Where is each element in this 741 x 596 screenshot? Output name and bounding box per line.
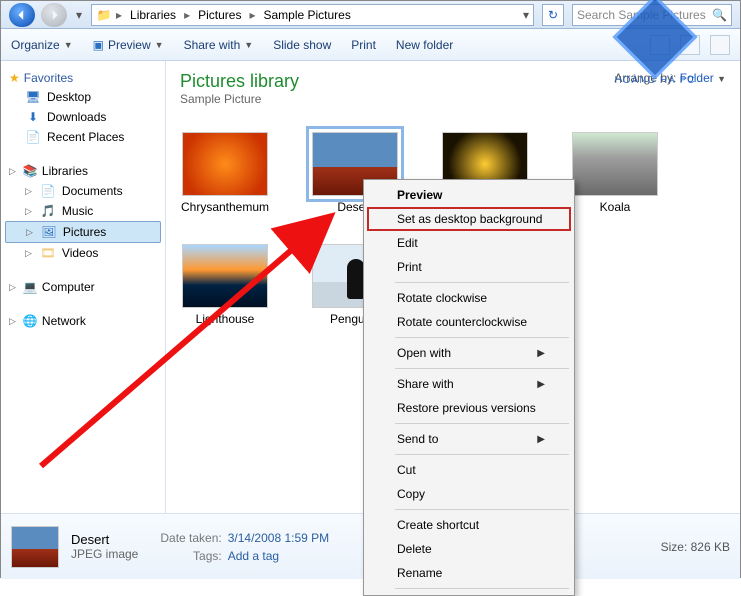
search-placeholder: Search Sample Pictures [577, 8, 706, 22]
ctx-edit[interactable]: Edit [367, 231, 571, 255]
submenu-arrow-icon: ▶ [537, 348, 545, 359]
arrange-by[interactable]: Arrange by: Folder ▼ [614, 71, 726, 85]
address-bar[interactable]: 📁 ▸ Libraries▸ Pictures▸ Sample Pictures… [91, 4, 534, 26]
details-size-value: 826 KB [691, 540, 730, 554]
submenu-arrow-icon: ▶ [537, 379, 545, 390]
sidebar-item-videos[interactable]: ▷🎞Videos [5, 243, 161, 263]
sidebar-item-pictures[interactable]: ▷🖼Pictures [5, 221, 161, 243]
ctx-share-with[interactable]: Share with▶ [367, 372, 571, 396]
ctx-preview[interactable]: Preview [367, 183, 571, 207]
navigation-pane: ★Favorites 🖥Desktop ⬇Downloads 📄Recent P… [1, 61, 166, 513]
breadcrumb[interactable]: Pictures [194, 6, 245, 24]
recent-icon: 📄 [25, 129, 41, 145]
thumbnail-image [182, 132, 268, 196]
search-input[interactable]: Search Sample Pictures 🔍 [572, 4, 732, 26]
refresh-button[interactable]: ↻ [542, 4, 564, 26]
thumbnail-chrysanthemum[interactable]: Chrysanthemum [180, 132, 270, 214]
help-button[interactable] [710, 35, 730, 55]
downloads-icon: ⬇ [25, 109, 41, 125]
desktop-icon: 🖥 [25, 89, 41, 105]
sidebar-item-desktop[interactable]: 🖥Desktop [5, 87, 161, 107]
pictures-icon: 🖼 [41, 224, 57, 240]
submenu-arrow-icon: ▶ [537, 434, 545, 445]
nav-history-dropdown[interactable]: ▾ [73, 6, 85, 24]
ctx-separator [395, 282, 569, 283]
preview-pane-button[interactable] [680, 35, 700, 55]
search-icon: 🔍 [712, 8, 727, 22]
breadcrumb[interactable]: Libraries [126, 6, 180, 24]
command-toolbar: Organize▼ ▣Preview▼ Share with▼ Slide sh… [1, 29, 740, 61]
preview-icon: ▣ [93, 38, 104, 52]
ctx-rotate-cw[interactable]: Rotate clockwise [367, 286, 571, 310]
libraries-icon: 📚 [22, 163, 38, 179]
details-tags-value[interactable]: Add a tag [228, 549, 329, 563]
sidebar-item-music[interactable]: ▷🎵Music [5, 201, 161, 221]
computer-icon: 💻 [22, 279, 38, 295]
ctx-separator [395, 337, 569, 338]
ctx-copy[interactable]: Copy [367, 482, 571, 506]
preview-button[interactable]: ▣Preview▼ [93, 38, 164, 52]
sidebar-favorites-header[interactable]: ★Favorites [5, 69, 161, 87]
sidebar-libraries-header[interactable]: ▷📚Libraries [5, 161, 161, 181]
thumbnail-image [182, 244, 268, 308]
address-dropdown-icon[interactable]: ▾ [523, 8, 529, 22]
details-thumbnail [11, 526, 59, 568]
ctx-separator [395, 368, 569, 369]
details-datetaken-label: Date taken: [160, 531, 221, 545]
sidebar-item-downloads[interactable]: ⬇Downloads [5, 107, 161, 127]
videos-icon: 🎞 [40, 245, 56, 261]
sidebar-network[interactable]: ▷🌐Network [5, 311, 161, 331]
details-filename: Desert [71, 532, 138, 547]
library-title: Pictures library [180, 71, 299, 92]
ctx-separator [395, 423, 569, 424]
music-icon: 🎵 [40, 203, 56, 219]
folder-icon: 📁 [96, 7, 112, 23]
ctx-delete[interactable]: Delete [367, 537, 571, 561]
library-subtitle: Sample Picture [180, 92, 299, 106]
sidebar-item-documents[interactable]: ▷📄Documents [5, 181, 161, 201]
view-options-button[interactable] [650, 35, 670, 55]
ctx-rename[interactable]: Rename [367, 561, 571, 585]
nav-forward-button[interactable] [41, 3, 67, 27]
ctx-print[interactable]: Print [367, 255, 571, 279]
ctx-separator [395, 454, 569, 455]
nav-back-button[interactable] [9, 3, 35, 27]
details-datetaken-value[interactable]: 3/14/2008 1:59 PM [228, 531, 329, 545]
ctx-restore-versions[interactable]: Restore previous versions [367, 396, 571, 420]
details-tags-label: Tags: [160, 549, 221, 563]
slideshow-button[interactable]: Slide show [273, 38, 331, 52]
documents-icon: 📄 [40, 183, 56, 199]
thumbnail-lighthouse[interactable]: Lighthouse [180, 244, 270, 326]
ctx-cut[interactable]: Cut [367, 458, 571, 482]
ctx-set-desktop-background[interactable]: Set as desktop background [367, 207, 571, 231]
sidebar-item-recent[interactable]: 📄Recent Places [5, 127, 161, 147]
star-icon: ★ [9, 71, 20, 85]
sidebar-computer[interactable]: ▷💻Computer [5, 277, 161, 297]
details-size-label: Size: [661, 540, 688, 554]
titlebar: ▾ 📁 ▸ Libraries▸ Pictures▸ Sample Pictur… [1, 1, 740, 29]
ctx-send-to[interactable]: Send to▶ [367, 427, 571, 451]
breadcrumb[interactable]: Sample Pictures [259, 6, 354, 24]
sharewith-button[interactable]: Share with▼ [184, 38, 254, 52]
print-button[interactable]: Print [351, 38, 376, 52]
network-icon: 🌐 [22, 313, 38, 329]
organize-button[interactable]: Organize▼ [11, 38, 73, 52]
details-filetype: JPEG image [71, 547, 138, 561]
thumbnail-koala[interactable]: Koala [570, 132, 660, 214]
ctx-rotate-ccw[interactable]: Rotate counterclockwise [367, 310, 571, 334]
ctx-separator [395, 588, 569, 589]
ctx-open-with[interactable]: Open with▶ [367, 341, 571, 365]
ctx-create-shortcut[interactable]: Create shortcut [367, 513, 571, 537]
ctx-separator [395, 509, 569, 510]
newfolder-button[interactable]: New folder [396, 38, 453, 52]
thumbnail-image [572, 132, 658, 196]
context-menu: Preview Set as desktop background Edit P… [363, 179, 575, 596]
